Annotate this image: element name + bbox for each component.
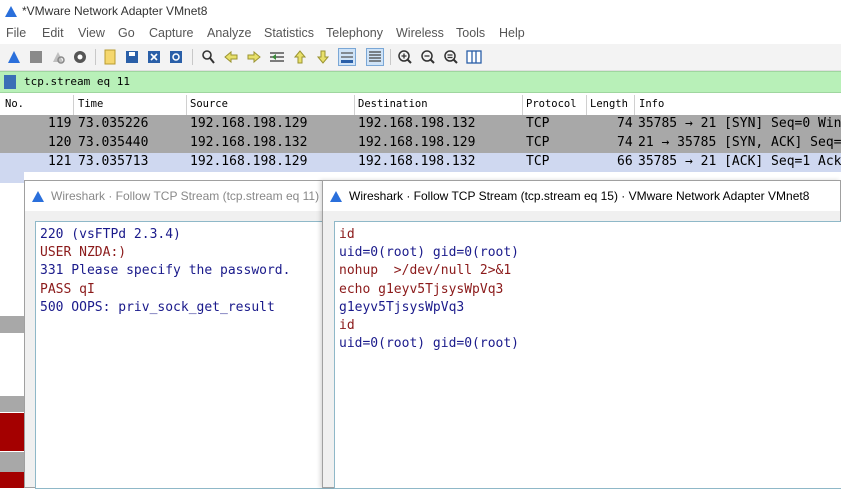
close-file-icon[interactable] xyxy=(145,48,163,66)
resize-columns-icon[interactable] xyxy=(465,48,483,66)
packet-row-partial-rst xyxy=(0,413,24,451)
menu-view[interactable]: View xyxy=(78,26,105,40)
menu-analyze[interactable]: Analyze xyxy=(207,26,251,40)
packet-destination: 192.168.198.132 xyxy=(358,154,476,169)
go-forward-icon[interactable] xyxy=(245,48,263,66)
stream-line: USER NZDA:) xyxy=(40,245,127,261)
stream-line: id xyxy=(339,227,355,242)
main-toolbar xyxy=(0,44,841,71)
normal-size-icon[interactable] xyxy=(442,48,460,66)
packet-row[interactable]: 120 73.035440 192.168.198.132 192.168.19… xyxy=(0,134,841,153)
display-filter-input[interactable]: tcp.stream eq 11 xyxy=(24,75,130,88)
go-back-icon[interactable] xyxy=(222,48,240,66)
packet-no: 121 xyxy=(48,154,72,169)
stream-line: PASS qI xyxy=(40,281,95,297)
restart-capture-icon[interactable] xyxy=(49,48,67,66)
packet-info: 35785 → 21 [ACK] Seq=1 Ack xyxy=(638,154,841,169)
follow-stream-dialog-back[interactable]: Wireshark · Follow TCP Stream (tcp.strea… xyxy=(24,180,338,489)
packet-length: 74 xyxy=(617,116,633,131)
dialog-title-bar[interactable]: Wireshark · Follow TCP Stream (tcp.strea… xyxy=(323,181,840,211)
open-file-icon[interactable] xyxy=(101,48,119,66)
stream-line: uid=0(root) gid=0(root) xyxy=(339,336,520,352)
menu-statistics[interactable]: Statistics xyxy=(264,26,314,40)
menu-tools[interactable]: Tools xyxy=(456,26,485,40)
packet-length: 66 xyxy=(617,154,633,169)
go-to-packet-icon[interactable] xyxy=(268,48,286,66)
column-header-time[interactable]: Time xyxy=(78,98,103,110)
stream-line: 220 (vsFTPd 2.3.4) xyxy=(40,227,181,242)
first-packet-icon[interactable] xyxy=(291,48,309,66)
stream-line: 331 Please specify the password. xyxy=(40,263,291,279)
capture-options-icon[interactable] xyxy=(71,48,89,66)
reload-file-icon[interactable] xyxy=(167,48,185,66)
menu-help[interactable]: Help xyxy=(499,26,525,40)
stream-content[interactable]: id uid=0(root) gid=0(root) nohup >/dev/n… xyxy=(334,221,841,489)
packet-destination: 192.168.198.132 xyxy=(358,116,476,131)
packet-source: 192.168.198.129 xyxy=(190,116,308,131)
start-capture-icon[interactable] xyxy=(5,48,23,66)
last-packet-icon[interactable] xyxy=(314,48,332,66)
packet-protocol: TCP xyxy=(526,154,550,169)
menu-bar: File Edit View Go Capture Analyze Statis… xyxy=(0,24,841,44)
dialog-title: Wireshark · Follow TCP Stream (tcp.strea… xyxy=(349,189,810,203)
stream-content[interactable]: 220 (vsFTPd 2.3.4) USER NZDA:) 331 Pleas… xyxy=(35,221,335,489)
menu-go[interactable]: Go xyxy=(118,26,135,40)
zoom-in-icon[interactable] xyxy=(396,48,414,66)
dialog-title-bar[interactable]: Wireshark · Follow TCP Stream (tcp.strea… xyxy=(25,181,338,211)
column-header-length[interactable]: Length xyxy=(590,98,628,110)
packet-no: 119 xyxy=(48,116,72,131)
stop-capture-icon[interactable] xyxy=(27,48,45,66)
stream-line: 500 OOPS: priv_sock_get_result xyxy=(40,299,275,315)
packet-row-selected[interactable]: 121 73.035713 192.168.198.129 192.168.19… xyxy=(0,153,841,172)
packet-time: 73.035226 xyxy=(78,116,149,131)
zoom-out-icon[interactable] xyxy=(419,48,437,66)
stream-line: g1eyv5TjsysWpVq3 xyxy=(339,299,465,315)
stream-line: nohup >/dev/null 2>&1 xyxy=(339,263,512,279)
packet-info: 35785 → 21 [SYN] Seq=0 Win xyxy=(638,116,841,131)
window-title-bar: *VMware Network Adapter VMnet8 xyxy=(0,0,841,24)
packet-source: 192.168.198.129 xyxy=(190,154,308,169)
packet-row-partial-rst xyxy=(0,472,24,488)
packet-source: 192.168.198.132 xyxy=(190,135,308,150)
packet-length: 74 xyxy=(617,135,633,150)
packet-time: 73.035440 xyxy=(78,135,149,150)
column-header-no[interactable]: No. xyxy=(5,98,24,110)
column-header-info[interactable]: Info xyxy=(639,98,664,110)
packet-time: 73.035713 xyxy=(78,154,149,169)
menu-file[interactable]: File xyxy=(6,26,26,40)
packet-row-partial xyxy=(0,172,24,183)
packet-row-partial xyxy=(0,452,24,472)
stream-line: uid=0(root) gid=0(root) xyxy=(339,245,520,261)
display-filter-bar: tcp.stream eq 11 xyxy=(0,71,841,93)
bookmark-icon[interactable] xyxy=(4,75,16,89)
wireshark-logo-icon xyxy=(330,191,342,202)
menu-telephony[interactable]: Telephony xyxy=(326,26,383,40)
colorize-icon[interactable] xyxy=(366,48,384,66)
wireshark-logo-icon xyxy=(5,6,17,17)
find-packet-icon[interactable] xyxy=(199,48,217,66)
packet-info: 21 → 35785 [SYN, ACK] Seq= xyxy=(638,135,841,150)
packet-protocol: TCP xyxy=(526,116,550,131)
follow-stream-dialog-front[interactable]: Wireshark · Follow TCP Stream (tcp.strea… xyxy=(322,180,841,489)
column-header-protocol[interactable]: Protocol xyxy=(526,98,577,110)
menu-wireless[interactable]: Wireless xyxy=(396,26,444,40)
dialog-title: Wireshark · Follow TCP Stream (tcp.strea… xyxy=(51,189,338,203)
wireshark-logo-icon xyxy=(32,191,44,202)
packet-protocol: TCP xyxy=(526,135,550,150)
packet-list-header: No. Time Source Destination Protocol Len… xyxy=(0,95,841,116)
packet-row-partial xyxy=(0,396,24,412)
column-header-destination[interactable]: Destination xyxy=(358,98,428,110)
packet-row-partial xyxy=(0,316,24,333)
packet-no: 120 xyxy=(48,135,72,150)
menu-edit[interactable]: Edit xyxy=(42,26,64,40)
auto-scroll-icon[interactable] xyxy=(338,48,356,66)
packet-row[interactable]: 119 73.035226 192.168.198.129 192.168.19… xyxy=(0,115,841,134)
window-title: *VMware Network Adapter VMnet8 xyxy=(22,4,208,18)
stream-line: echo g1eyv5TjsysWpVq3 xyxy=(339,281,504,297)
stream-line: id xyxy=(339,318,355,334)
packet-destination: 192.168.198.129 xyxy=(358,135,476,150)
menu-capture[interactable]: Capture xyxy=(149,26,193,40)
save-file-icon[interactable] xyxy=(123,48,141,66)
column-header-source[interactable]: Source xyxy=(190,98,228,110)
